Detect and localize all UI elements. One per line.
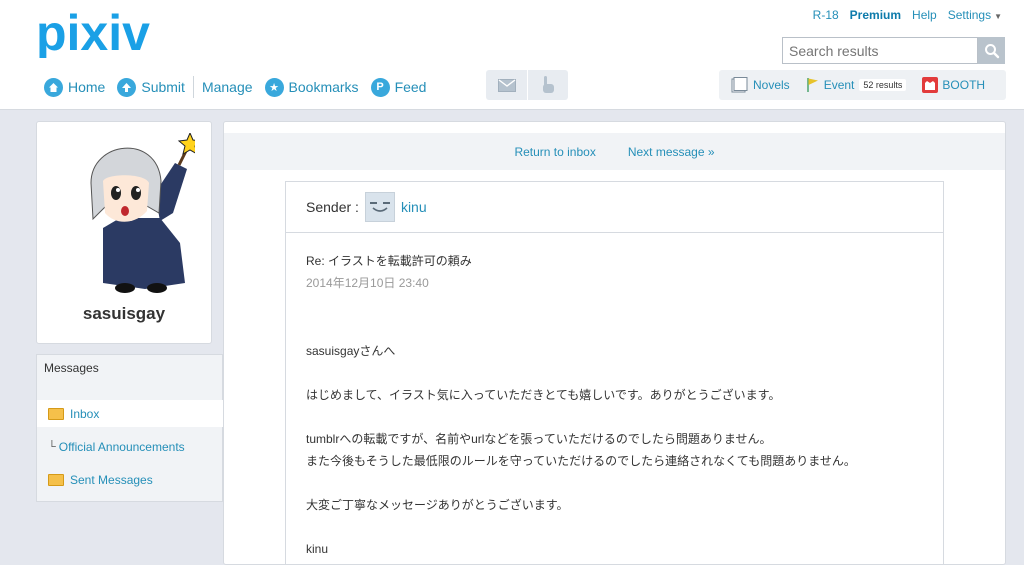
search-input[interactable]	[783, 38, 977, 63]
sender-label: Sender :	[306, 199, 359, 215]
notifications-button[interactable]	[527, 70, 568, 100]
nav-manage-label: Manage	[201, 79, 253, 95]
mail-icon	[497, 78, 516, 92]
r18-link[interactable]: R-18	[813, 8, 839, 22]
message-line	[306, 516, 856, 538]
nav-submit[interactable]: Submit	[117, 77, 185, 97]
message-line	[306, 362, 856, 384]
message-line: tumblrへの転載ですが、名前やurlなどを張っていただけるのでしたら問題あり…	[306, 432, 772, 446]
nav-manage[interactable]: Manage	[202, 79, 253, 95]
settings-label: Settings	[947, 8, 992, 22]
header: pixiv R-18 Premium Help Settings▼ Home S…	[0, 0, 1024, 110]
official-announcements-link[interactable]: └ Official Announcements	[37, 433, 223, 460]
top-links: R-18 Premium Help Settings ▼	[813, 8, 1002, 22]
novels-link[interactable]: Novels	[731, 77, 790, 93]
quick-icons	[486, 70, 568, 100]
main-nav: Home Submit Manage ★ Bookmarks P Feed	[44, 76, 438, 98]
feed-icon: P	[370, 77, 390, 97]
inbox-folder-icon	[48, 407, 64, 420]
pixiv-logo[interactable]: pixiv	[36, 5, 166, 61]
nav-feed-label: Feed	[394, 79, 427, 95]
return-to-inbox-link[interactable]: Return to inbox	[514, 145, 595, 159]
magnifier-icon	[984, 43, 999, 58]
event-count-badge: 52 results	[859, 79, 907, 91]
message-body: sasuisgayさんへ はじめまして、イラスト気に入っていただきとても嬉しいで…	[306, 340, 856, 560]
settings-link[interactable]: Settings ▼	[948, 8, 1002, 22]
inbox-label: Inbox	[70, 406, 100, 421]
profile-username[interactable]: sasuisgay	[37, 304, 211, 324]
booth-icon	[922, 77, 939, 93]
booth-label: BOOTH	[942, 78, 986, 92]
messages-panel: Messages Inbox └ Official Announcements …	[36, 354, 223, 502]
hand-icon	[543, 76, 554, 93]
message-nav: Return to inbox Next message »	[224, 133, 1005, 170]
message-line: sasuisgayさんへ	[306, 344, 396, 358]
message-line	[306, 406, 856, 428]
message-line: kinu	[306, 542, 329, 556]
event-link[interactable]: Event 52 results	[806, 77, 907, 93]
chevron-down-icon: ▼	[994, 12, 1002, 21]
search-box	[782, 37, 978, 64]
sender-name-link[interactable]: kinu	[401, 199, 427, 215]
message-line: また今後もそうした最低限のルールを守っていただけるのでしたら連絡されなくても問題…	[306, 454, 856, 468]
book-icon	[731, 77, 748, 93]
nav-submit-label: Submit	[141, 79, 185, 95]
messages-button[interactable]	[486, 70, 527, 100]
home-icon	[44, 77, 63, 97]
message-line: はじめまして、イラスト気に入っていただきとても嬉しいです。ありがとうございます。	[306, 388, 781, 402]
message-box: Sender : kinu Re: イラストを転載許可の頼み 2014年12月1…	[285, 181, 944, 565]
sent-folder-icon	[48, 473, 64, 486]
star-icon: ★	[264, 77, 284, 97]
sent-messages-link[interactable]: Sent Messages	[37, 466, 223, 493]
nav-home[interactable]: Home	[44, 77, 106, 97]
flag-icon	[806, 78, 818, 92]
logo-text: pixiv	[36, 8, 150, 58]
message-line: 大変ご丁寧なメッセージありがとうございます。	[306, 498, 569, 512]
booth-link[interactable]: BOOTH	[922, 77, 985, 93]
premium-link[interactable]: Premium	[850, 8, 901, 22]
search-button[interactable]	[978, 37, 1005, 64]
event-label: Event	[823, 78, 855, 92]
messages-title: Messages	[44, 361, 99, 375]
nav-bookmarks-label: Bookmarks	[288, 79, 359, 95]
tree-branch-icon: └	[48, 440, 56, 453]
nav-bookmarks[interactable]: ★ Bookmarks	[264, 77, 359, 97]
novels-label: Novels	[753, 78, 790, 92]
nav-feed[interactable]: P Feed	[370, 77, 427, 97]
sent-label: Sent Messages	[70, 472, 153, 487]
message-subject: Re: イラストを転載許可の頼み	[306, 254, 472, 268]
inbox-link[interactable]: Inbox	[37, 400, 223, 427]
sender-row: Sender : kinu	[286, 182, 943, 233]
official-label: Official Announcements	[58, 439, 185, 454]
sender-avatar[interactable]	[364, 192, 395, 222]
message-line	[306, 472, 856, 494]
upload-icon	[117, 77, 137, 97]
next-message-link[interactable]: Next message »	[628, 145, 715, 159]
help-link[interactable]: Help	[912, 8, 937, 22]
right-nav: Novels Event 52 results BOOTH	[719, 70, 1006, 100]
nav-divider	[192, 76, 194, 98]
face-icon	[369, 202, 390, 212]
profile-card: sasuisgay	[36, 121, 212, 344]
nav-home-label: Home	[68, 79, 106, 95]
main-content: Return to inbox Next message » Sender : …	[223, 121, 1006, 565]
profile-avatar[interactable]	[85, 131, 203, 293]
message-date: 2014年12月10日 23:40	[306, 276, 429, 290]
